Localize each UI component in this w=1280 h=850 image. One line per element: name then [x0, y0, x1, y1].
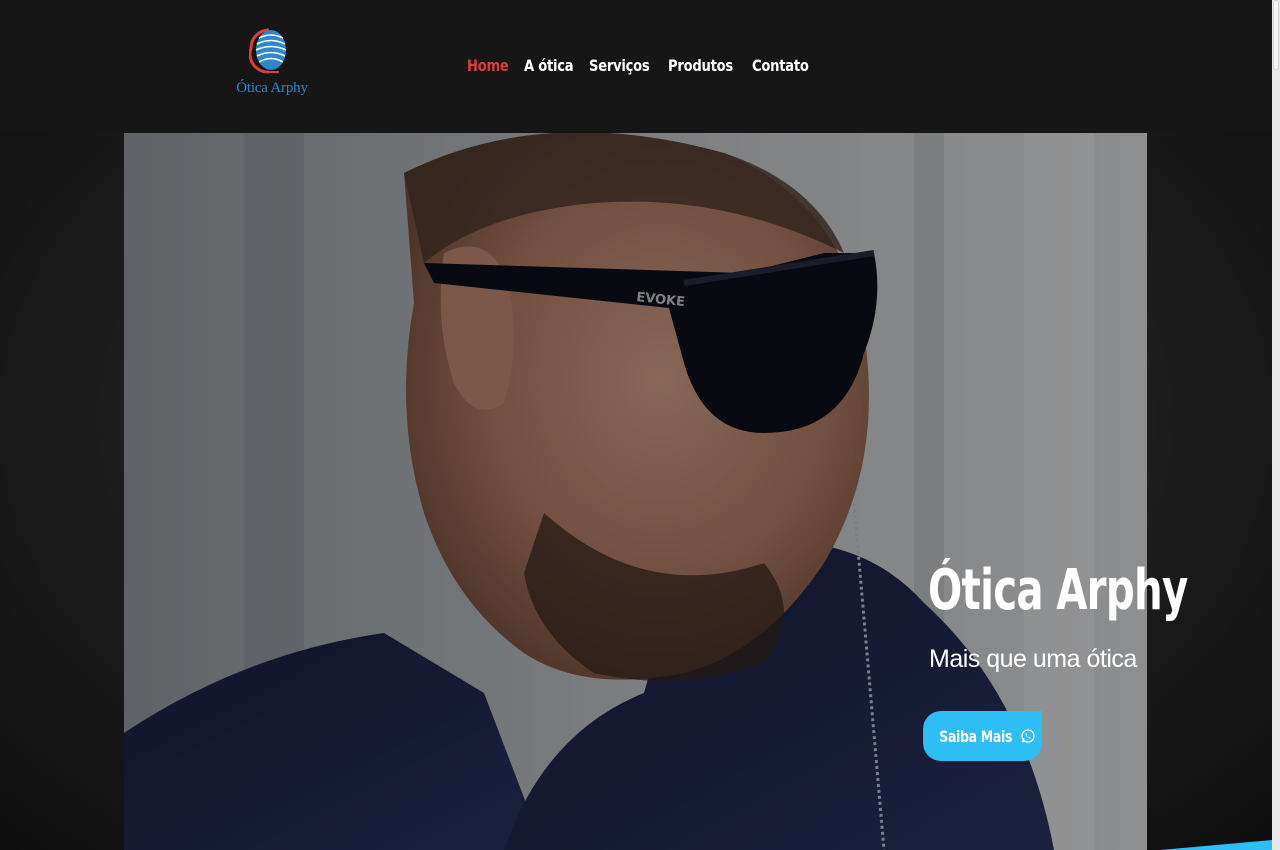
hero-subtitle: Mais que uma ótica	[929, 645, 1137, 673]
nav-contato[interactable]: Contato	[752, 53, 809, 79]
hero-title: Ótica Arphy	[928, 558, 1188, 623]
logo-link[interactable]: Ótica Arphy	[236, 28, 308, 102]
nav-produtos[interactable]: Produtos	[668, 53, 733, 79]
whatsapp-icon	[1021, 729, 1035, 743]
globe-logo-icon	[249, 28, 287, 74]
site-header: Ótica Arphy Home A ótica Serviços Produt…	[0, 0, 1272, 133]
saiba-mais-button[interactable]: Saiba Mais	[923, 711, 1042, 761]
scrollbar-thumb[interactable]	[1273, 0, 1279, 70]
logo-text: Ótica Arphy	[236, 80, 308, 96]
cta-label: Saiba Mais	[939, 726, 1012, 746]
page-scrollbar[interactable]	[1272, 0, 1280, 850]
bottom-accent-stripe	[1160, 840, 1272, 850]
nav-home[interactable]: Home	[467, 53, 509, 79]
nav-a-otica[interactable]: A ótica	[524, 53, 574, 79]
hero-section: EVOKE Ótica Arphy Mais que uma ótica Sai…	[0, 133, 1272, 850]
main-nav: Home A ótica Serviços Produtos Contato	[467, 53, 821, 79]
nav-servicos[interactable]: Serviços	[589, 53, 650, 79]
